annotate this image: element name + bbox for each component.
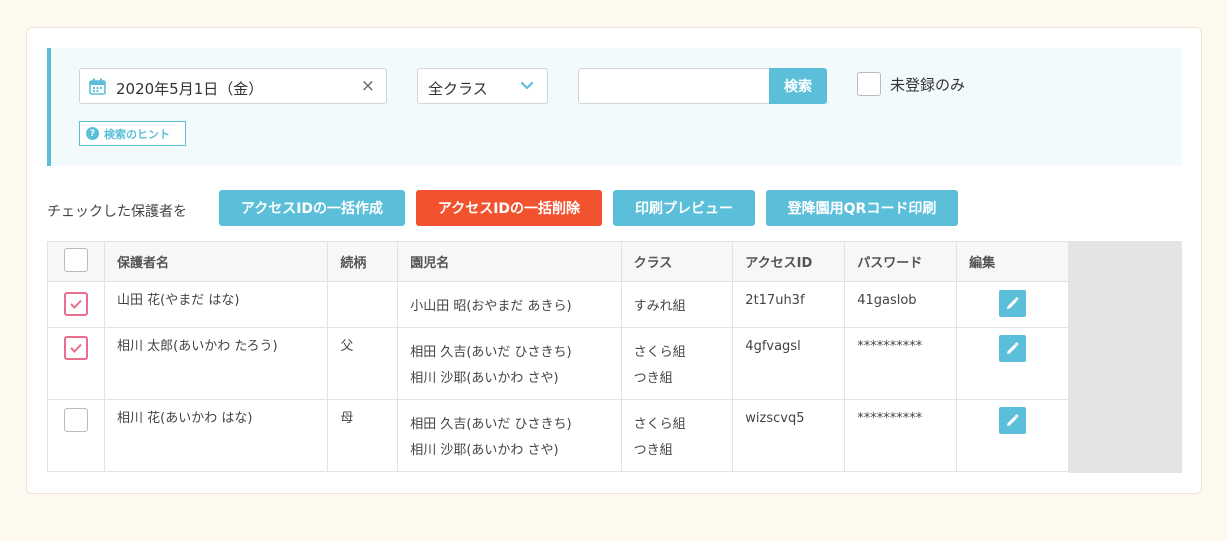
header-relation: 続柄: [327, 241, 399, 282]
guardian-card: 2020年5月1日（金） × 全クラス 検索 未登録のみ ? 検索のヒント チェ…: [26, 27, 1202, 494]
child-name: 相田 久吉(あいだ ひさきち): [410, 417, 572, 432]
row-checkbox[interactable]: [64, 336, 88, 360]
guardian-name: 山田 花(やまだ はな): [103, 281, 329, 328]
child-name: 相田 久吉(あいだ ひさきち): [410, 345, 572, 360]
search-hint-label: 検索のヒント: [104, 127, 170, 141]
header-children: 園児名: [397, 241, 622, 282]
unregistered-only-toggle[interactable]: 未登録のみ: [857, 72, 965, 96]
children-cell: 相田 久吉(あいだ ひさきち) 相川 沙耶(あいかわ さや): [397, 399, 622, 472]
search-button[interactable]: 検索: [769, 68, 827, 104]
access-id: 2t17uh3f: [732, 281, 846, 328]
bulk-delete-access-id-button[interactable]: アクセスIDの一括削除: [416, 190, 602, 226]
edit-button[interactable]: [999, 290, 1027, 317]
guardian-table: 保護者名 続柄 園児名 クラス アクセスID パスワード 編集 山田 花(やまだ…: [47, 241, 1069, 472]
relation: [327, 281, 399, 328]
password: **********: [844, 399, 958, 472]
select-all-checkbox[interactable]: [64, 247, 88, 272]
qr-code-print-button[interactable]: 登降園用QRコード印刷: [766, 190, 958, 226]
class-select-value: 全クラス: [428, 80, 488, 98]
access-id: 4gfvagsl: [732, 327, 846, 400]
relation: 母: [327, 399, 399, 472]
class-name: すみれ組: [633, 299, 686, 314]
question-icon: ?: [86, 127, 99, 140]
header-password: パスワード: [844, 241, 958, 282]
edit-cell: [956, 327, 1069, 400]
class-name: つき組: [633, 443, 673, 458]
date-field[interactable]: 2020年5月1日（金） ×: [79, 68, 387, 104]
children-cell: 小山田 昭(おやまだ あきら): [397, 281, 622, 328]
select-all-cell: [47, 241, 105, 282]
chevron-down-icon: [520, 81, 534, 90]
edit-button[interactable]: [999, 407, 1027, 434]
unregistered-only-label: 未登録のみ: [890, 75, 966, 94]
class-cell: さくら組 つき組: [620, 399, 734, 472]
clear-date-icon[interactable]: ×: [361, 76, 375, 96]
relation: 父: [327, 327, 399, 400]
guardian-name: 相川 太郎(あいかわ たろう): [103, 327, 329, 400]
table-scroll-area: [1069, 241, 1182, 473]
edit-cell: [956, 281, 1069, 328]
child-name: 相川 沙耶(あいかわ さや): [410, 371, 559, 386]
calendar-icon: [89, 78, 106, 95]
edit-button[interactable]: [999, 335, 1027, 362]
print-preview-button[interactable]: 印刷プレビュー: [613, 190, 755, 226]
pencil-icon: [1007, 297, 1019, 309]
bulk-actions-label: チェックした保護者を: [47, 204, 187, 220]
header-class: クラス: [620, 241, 734, 282]
unregistered-only-checkbox[interactable]: [857, 72, 881, 96]
table-row: 相川 太郎(あいかわ たろう) 父 相田 久吉(あいだ ひさきち) 相川 沙耶(…: [47, 327, 1069, 400]
table-header-row: 保護者名 続柄 園児名 クラス アクセスID パスワード 編集: [47, 241, 1069, 282]
row-checkbox[interactable]: [64, 408, 88, 432]
password: **********: [844, 327, 958, 400]
table-row: 相川 花(あいかわ はな) 母 相田 久吉(あいだ ひさきち) 相川 沙耶(あい…: [47, 399, 1069, 472]
class-name: つき組: [633, 371, 673, 386]
check-icon: [70, 343, 82, 353]
password: 41gaslob: [844, 281, 958, 328]
filter-panel: 2020年5月1日（金） × 全クラス 検索 未登録のみ ? 検索のヒント: [47, 48, 1182, 166]
header-access-id: アクセスID: [732, 241, 846, 282]
pencil-icon: [1007, 342, 1019, 354]
bulk-create-access-id-button[interactable]: アクセスIDの一括作成: [219, 190, 405, 226]
child-name: 相川 沙耶(あいかわ さや): [410, 443, 559, 458]
children-cell: 相田 久吉(あいだ ひさきち) 相川 沙耶(あいかわ さや): [397, 327, 622, 400]
row-select-cell: [47, 281, 105, 328]
row-select-cell: [47, 327, 105, 400]
class-name: さくら組: [633, 345, 686, 360]
header-edit: 編集: [956, 241, 1069, 282]
guardian-name: 相川 花(あいかわ はな): [103, 399, 329, 472]
class-cell: すみれ組: [620, 281, 734, 328]
pencil-icon: [1007, 414, 1019, 426]
table-row: 山田 花(やまだ はな) 小山田 昭(おやまだ あきら) すみれ組 2t17uh…: [47, 281, 1069, 328]
child-name: 小山田 昭(おやまだ あきら): [410, 299, 572, 314]
check-icon: [70, 299, 82, 309]
class-cell: さくら組 つき組: [620, 327, 734, 400]
edit-cell: [956, 399, 1069, 472]
search-input[interactable]: [578, 68, 770, 104]
header-guardian: 保護者名: [103, 241, 329, 282]
search-hint-button[interactable]: ? 検索のヒント: [79, 121, 186, 146]
row-select-cell: [47, 399, 105, 472]
class-name: さくら組: [633, 417, 686, 432]
row-checkbox[interactable]: [64, 292, 88, 316]
access-id: wizscvq5: [732, 399, 846, 472]
date-value: 2020年5月1日（金）: [116, 80, 264, 98]
class-select[interactable]: 全クラス: [417, 68, 548, 104]
